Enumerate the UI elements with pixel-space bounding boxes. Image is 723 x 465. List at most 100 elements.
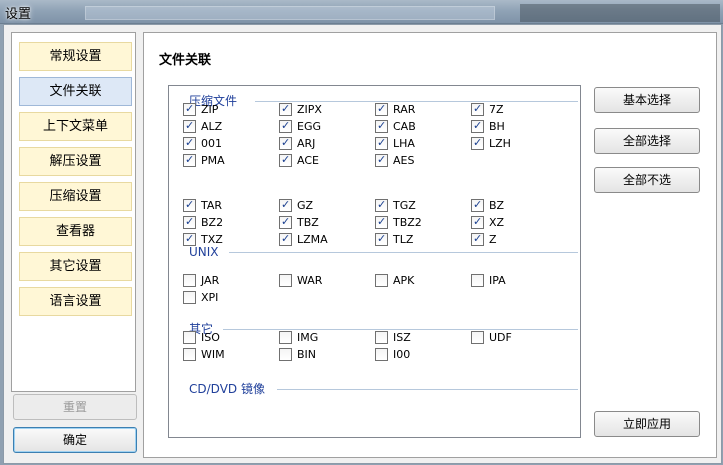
checkbox-box[interactable] — [471, 232, 484, 246]
checkbox-box[interactable] — [279, 136, 292, 150]
checkbox-ace[interactable]: ACE — [279, 153, 319, 170]
checkbox-box[interactable] — [183, 274, 196, 287]
ok-button[interactable]: 确定 — [13, 427, 137, 453]
apply-now-button[interactable]: 立即应用 — [594, 411, 700, 437]
checkbox-xz[interactable]: XZ — [471, 215, 504, 232]
checkbox-box[interactable] — [375, 136, 388, 150]
checkbox-box[interactable] — [279, 198, 292, 212]
checkbox-box[interactable] — [471, 274, 484, 287]
checkbox-isz[interactable]: ISZ — [375, 331, 411, 347]
nav-item-context-menu[interactable]: 上下文菜单 — [19, 112, 132, 141]
checkbox-box[interactable] — [471, 136, 484, 150]
checkbox-box[interactable] — [183, 348, 196, 361]
checkbox-z[interactable]: Z — [471, 232, 497, 249]
checkbox-label: LZH — [489, 137, 511, 150]
select-none-button[interactable]: 全部不选 — [594, 167, 700, 193]
nav-item-viewer[interactable]: 查看器 — [19, 217, 132, 246]
select-all-button[interactable]: 全部选择 — [594, 128, 700, 154]
checkbox-box[interactable] — [375, 232, 388, 246]
checkbox-pma[interactable]: PMA — [183, 153, 225, 170]
checkbox-box[interactable] — [279, 274, 292, 287]
checkbox-box[interactable] — [375, 102, 388, 116]
settings-nav: 常规设置 文件关联 上下文菜单 解压设置 压缩设置 查看器 其它设置 语言设置 — [11, 32, 136, 392]
checkbox-box[interactable] — [183, 232, 196, 246]
nav-item-other[interactable]: 其它设置 — [19, 252, 132, 281]
checkbox-rar[interactable]: RAR — [375, 102, 415, 119]
checkbox-tbz2[interactable]: TBZ2 — [375, 215, 422, 232]
checkbox-box[interactable] — [183, 153, 196, 167]
checkbox-egg[interactable]: EGG — [279, 119, 321, 136]
nav-item-file-association[interactable]: 文件关联 — [19, 77, 132, 106]
checkbox-bh[interactable]: BH — [471, 119, 505, 136]
checkbox-box[interactable] — [183, 198, 196, 212]
checkbox-tar[interactable]: TAR — [183, 198, 222, 215]
checkbox-box[interactable] — [279, 331, 292, 344]
checkbox-box[interactable] — [471, 198, 484, 212]
checkbox-box[interactable] — [279, 153, 292, 167]
settings-dialog: 常规设置 文件关联 上下文菜单 解压设置 压缩设置 查看器 其它设置 语言设置 … — [3, 24, 722, 464]
checkbox-lzma[interactable]: LZMA — [279, 232, 328, 249]
checkbox-gz[interactable]: GZ — [279, 198, 313, 215]
checkbox-box[interactable] — [183, 136, 196, 150]
checkbox-xpi[interactable]: XPI — [183, 291, 218, 307]
checkbox-box[interactable] — [279, 119, 292, 133]
checkbox-arj[interactable]: ARJ — [279, 136, 315, 153]
checkbox-cab[interactable]: CAB — [375, 119, 416, 136]
checkbox-box[interactable] — [471, 119, 484, 133]
checkbox-box[interactable] — [183, 331, 196, 344]
checkbox-box[interactable] — [375, 119, 388, 133]
checkbox-label: ZIPX — [297, 103, 322, 116]
checkbox-war[interactable]: WAR — [279, 274, 322, 290]
checkbox-tlz[interactable]: TLZ — [375, 232, 413, 249]
checkbox-img[interactable]: IMG — [279, 331, 318, 347]
nav-item-compress[interactable]: 压缩设置 — [19, 182, 132, 211]
nav-item-extract[interactable]: 解压设置 — [19, 147, 132, 176]
checkbox-tgz[interactable]: TGZ — [375, 198, 416, 215]
checkbox-7z[interactable]: 7Z — [471, 102, 504, 119]
checkbox-box[interactable] — [375, 153, 388, 167]
checkbox-bz2[interactable]: BZ2 — [183, 215, 223, 232]
checkbox-box[interactable] — [471, 215, 484, 229]
checkbox-label: TBZ — [297, 216, 319, 229]
checkbox-jar[interactable]: JAR — [183, 274, 219, 290]
checkbox-label: BIN — [297, 348, 317, 361]
checkbox-box[interactable] — [183, 291, 196, 304]
nav-item-general[interactable]: 常规设置 — [19, 42, 132, 71]
nav-item-language[interactable]: 语言设置 — [19, 287, 132, 316]
checkbox-box[interactable] — [375, 348, 388, 361]
checkbox-box[interactable] — [183, 215, 196, 229]
checkbox-box[interactable] — [375, 215, 388, 229]
checkbox-box[interactable] — [375, 331, 388, 344]
checkbox-zip[interactable]: ZIP — [183, 102, 219, 119]
checkbox-aes[interactable]: AES — [375, 153, 414, 170]
checkbox-box[interactable] — [279, 102, 292, 116]
checkbox-tbz[interactable]: TBZ — [279, 215, 319, 232]
checkbox-apk[interactable]: APK — [375, 274, 414, 290]
checkbox-udf[interactable]: UDF — [471, 331, 512, 347]
checkbox-alz[interactable]: ALZ — [183, 119, 222, 136]
checkbox-box[interactable] — [375, 274, 388, 287]
checkbox-ipa[interactable]: IPA — [471, 274, 506, 290]
checkbox-box[interactable] — [183, 102, 196, 116]
checkbox-iso[interactable]: ISO — [183, 331, 220, 347]
checkbox-box[interactable] — [279, 348, 292, 361]
checkbox-wim[interactable]: WIM — [183, 348, 225, 364]
checkbox-box[interactable] — [279, 215, 292, 229]
checkbox-box[interactable] — [375, 198, 388, 212]
checkbox-txz[interactable]: TXZ — [183, 232, 223, 249]
checkbox-bz[interactable]: BZ — [471, 198, 504, 215]
checkbox-zipx[interactable]: ZIPX — [279, 102, 322, 119]
checkbox-box[interactable] — [279, 232, 292, 246]
checkbox-box[interactable] — [471, 102, 484, 116]
checkbox-001[interactable]: 001 — [183, 136, 222, 153]
checkbox-lha[interactable]: LHA — [375, 136, 415, 153]
basic-select-button[interactable]: 基本选择 — [594, 87, 700, 113]
checkbox-label: ZIP — [201, 103, 219, 116]
checkbox-i00[interactable]: I00 — [375, 348, 410, 364]
checkbox-box[interactable] — [471, 331, 484, 344]
checkbox-bin[interactable]: BIN — [279, 348, 316, 364]
reset-button[interactable]: 重置 — [13, 394, 137, 420]
checkbox-box[interactable] — [183, 119, 196, 133]
checkbox-label: EGG — [297, 120, 321, 133]
checkbox-lzh[interactable]: LZH — [471, 136, 511, 153]
